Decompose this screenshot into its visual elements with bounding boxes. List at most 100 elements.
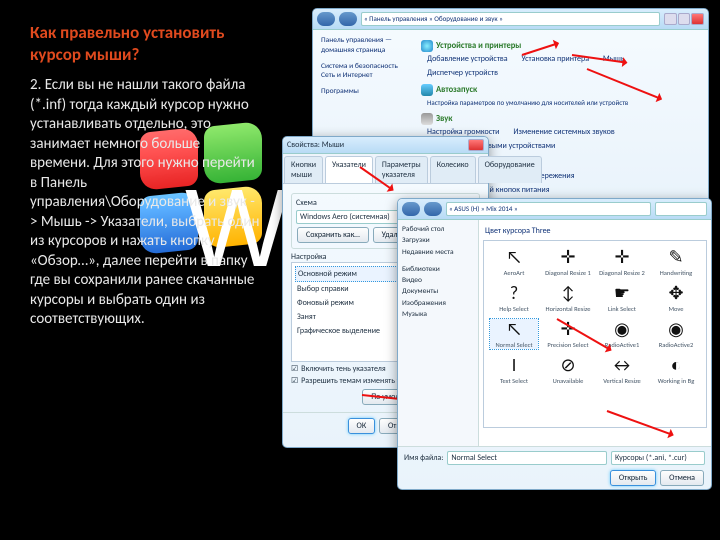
browse-dialog: « ASUS (H) » Mix 2014 » Рабочий стол Заг… — [397, 198, 712, 490]
cursor-item[interactable]: ✎ Handwriting — [652, 247, 700, 277]
side-link[interactable]: Загрузки — [402, 235, 474, 246]
forward-button[interactable] — [339, 12, 357, 26]
filetype-dropdown[interactable]: Курсоры (*.ani, *.cur) — [611, 451, 705, 465]
cursor-glyph: ◉ — [614, 319, 630, 339]
cp-side-link[interactable]: Система и безопасность — [321, 62, 413, 72]
cp-link[interactable]: Добавление устройства — [427, 54, 508, 64]
cursor-item[interactable]: ?Help Select — [490, 283, 538, 313]
cursor-item[interactable]: ✛Diagonal Resize 2 — [598, 247, 646, 277]
page-title: Как правельно установить курсор мыши? — [30, 22, 260, 66]
cursor-item[interactable]: ◉RadioActive2 — [652, 319, 700, 349]
tab-hardware[interactable]: Оборудование — [478, 156, 542, 183]
cursor-glyph: ✎ — [668, 247, 683, 267]
cp-side-link[interactable]: Сеть и Интернет — [321, 71, 413, 81]
cursor-glyph: ↖ — [506, 247, 522, 267]
cp-titlebar: « Панель управления » Оборудование и зву… — [313, 9, 708, 30]
cursor-label: Working in Bg — [658, 377, 695, 385]
side-link[interactable]: Библиотеки — [402, 264, 474, 275]
cursor-label: Link Select — [608, 305, 636, 313]
browse-button-row: Открыть Отмена — [398, 469, 711, 492]
cp-group-title[interactable]: Автозапуск — [436, 85, 477, 95]
body-paragraph: 2. Если вы не нашли такого файла (*.inf)… — [30, 76, 260, 330]
cp-breadcrumb[interactable]: « Панель управления » Оборудование и зву… — [361, 12, 660, 26]
side-link[interactable]: Документы — [402, 286, 474, 297]
cursor-item[interactable]: ↖ Normal Select — [490, 319, 538, 349]
max-button[interactable] — [678, 13, 691, 25]
tab-wheel[interactable]: Колесико — [430, 156, 476, 183]
cursor-glyph: ↕ — [561, 283, 575, 303]
pointer-name: Основной режим — [298, 269, 357, 279]
back-button[interactable] — [317, 12, 335, 26]
mouse-dialog-title: Свойства: Мыши — [287, 140, 464, 150]
back-button[interactable] — [402, 202, 420, 216]
side-link[interactable]: Рабочий стол — [402, 224, 474, 235]
browse-content: Цвет курсора Three ↖AeroArt✛Diagonal Res… — [479, 220, 711, 446]
folder-label: Цвет курсора Three — [485, 226, 707, 236]
window-controls — [664, 13, 704, 25]
open-button[interactable]: Открыть — [610, 470, 657, 486]
cursor-item[interactable]: ✛Diagonal Resize 1 — [544, 247, 592, 277]
cursor-glyph: ⊘ — [560, 355, 575, 375]
cursor-item[interactable]: ↕ Horizontal Resize — [544, 283, 592, 313]
cursor-glyph: ✥ — [668, 283, 683, 303]
tab-buttons[interactable]: Кнопки мыши — [284, 156, 323, 183]
forward-button[interactable] — [424, 202, 442, 216]
cp-link[interactable]: Диспетчер устройств — [427, 68, 498, 78]
cancel-button[interactable]: Отмена — [660, 470, 704, 486]
cursor-glyph: ◐ — [671, 355, 682, 375]
search-field[interactable] — [655, 202, 707, 216]
cursor-label: Unavailable — [553, 377, 584, 385]
tab-options[interactable]: Параметры указателя — [375, 156, 428, 183]
cursor-label: Horizontal Resize — [546, 305, 591, 313]
cursor-item[interactable]: ↖ AeroArt — [490, 247, 538, 277]
side-link[interactable]: Недавние места — [402, 247, 474, 258]
cp-link[interactable]: Изменение системных звуков — [513, 127, 614, 137]
cursor-label: Precision Select — [547, 341, 588, 349]
sound-icon — [421, 113, 433, 125]
printer-icon — [421, 40, 433, 52]
cursor-grid: ↖AeroArt✛Diagonal Resize 1✛Diagonal Resi… — [483, 240, 707, 428]
cursor-label: RadioActive2 — [659, 341, 694, 349]
cursor-item[interactable]: ☛ Link Select — [598, 283, 646, 313]
cp-link[interactable]: Настройка параметров по умолчанию для но… — [427, 98, 628, 107]
cp-side-link[interactable]: Панель управления — — [321, 36, 413, 46]
mouse-titlebar: Свойства: Мыши — [283, 137, 488, 154]
side-link[interactable]: Музыка — [402, 309, 474, 320]
cursor-item[interactable]: ↔Vertical Resize — [598, 355, 646, 385]
min-button[interactable] — [664, 13, 677, 25]
disc-icon — [421, 84, 433, 96]
cp-group-title[interactable]: Звук — [436, 114, 452, 124]
side-link[interactable]: Изображения — [402, 298, 474, 309]
cursor-item[interactable]: ✥Move — [652, 283, 700, 313]
cursor-item[interactable]: IText Select — [490, 355, 538, 385]
filename-field[interactable]: Normal Select — [447, 451, 607, 465]
browse-breadcrumb[interactable]: « ASUS (H) » Mix 2014 » — [446, 202, 651, 216]
browse-footer: Имя файла: Normal Select Курсоры (*.ani,… — [398, 446, 711, 469]
text-column: Как правельно установить курсор мыши? 2.… — [30, 22, 260, 330]
ok-button[interactable]: ОК — [348, 418, 376, 434]
cursor-item[interactable]: ⊘ Unavailable — [544, 355, 592, 385]
cursor-glyph: ↔ — [610, 355, 633, 375]
cursor-item[interactable]: ◉RadioActive1 — [598, 319, 646, 349]
side-link[interactable]: Видео — [402, 275, 474, 286]
cursor-label: Diagonal Resize 2 — [599, 269, 645, 277]
cursor-label: AeroArt — [504, 269, 525, 277]
cp-side-link[interactable]: домашняя страница — [321, 46, 413, 56]
mouse-tabs: Кнопки мыши Указатели Параметры указател… — [283, 154, 488, 184]
cursor-label: Normal Select — [495, 341, 532, 349]
browse-sidebar: Рабочий стол Загрузки Недавние места Биб… — [398, 220, 479, 446]
screenshot-composite: « Панель управления » Оборудование и зву… — [282, 8, 712, 528]
slide: Wi® Как правельно установить курсор мыши… — [0, 0, 720, 540]
close-button[interactable] — [468, 139, 484, 151]
cursor-label: Help Select — [499, 305, 529, 313]
save-as-button[interactable]: Сохранить как… — [297, 227, 369, 243]
cursor-glyph: ↖ — [506, 319, 522, 339]
cursor-item[interactable]: ◐ Working in Bg — [652, 355, 700, 385]
cursor-glyph: ✛ — [560, 247, 575, 267]
cp-side-link[interactable]: Программы — [321, 87, 413, 97]
cp-group-title[interactable]: Устройства и принтеры — [436, 41, 521, 51]
close-button[interactable] — [691, 13, 704, 25]
cursor-label: Handwriting — [660, 269, 693, 277]
cursor-glyph: ☛ — [614, 283, 630, 303]
filename-label: Имя файла: — [404, 453, 443, 463]
